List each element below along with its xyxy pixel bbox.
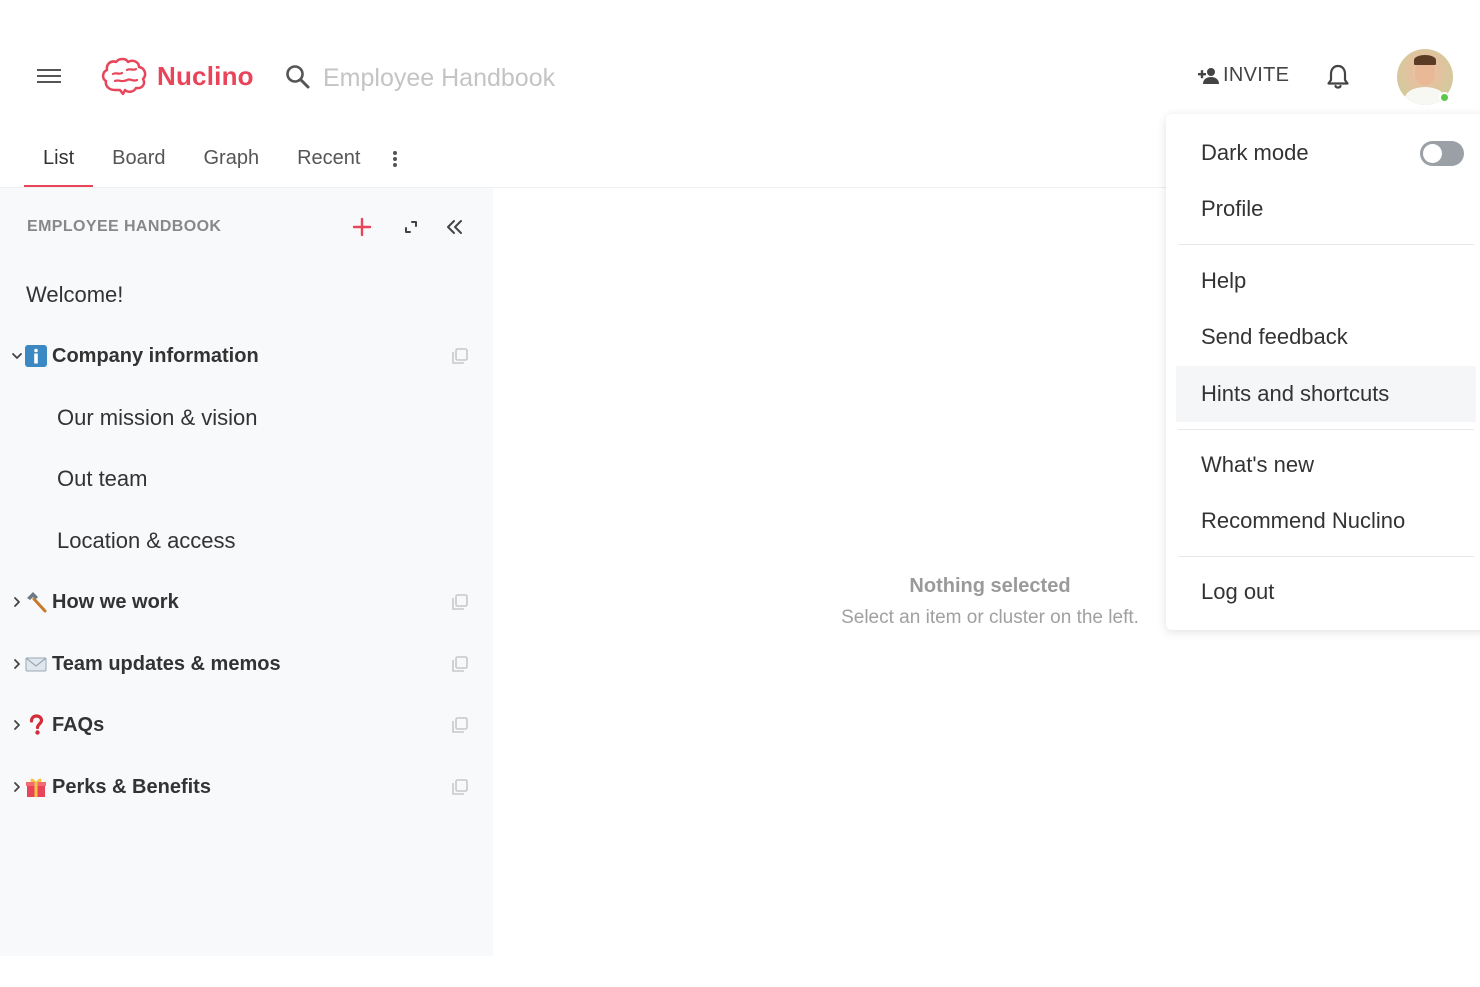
- menu-item-logout[interactable]: Log out: [1176, 564, 1476, 620]
- menu-item-send-feedback[interactable]: Send feedback: [1176, 309, 1476, 365]
- collapse-sidebar-icon[interactable]: [444, 216, 466, 238]
- menu-divider: [1178, 429, 1474, 430]
- item-label: Company information: [52, 344, 259, 367]
- brain-icon: [101, 57, 147, 96]
- view-tabs: List Board Graph Recent: [24, 130, 409, 188]
- top-bar: Nuclino INVITE: [0, 0, 1480, 120]
- menu-item-hints[interactable]: Hints and shortcuts: [1176, 366, 1476, 422]
- item-label: FAQs: [52, 713, 105, 736]
- list-item[interactable]: Company information: [0, 331, 493, 381]
- empty-state-title: Nothing selected: [909, 575, 1071, 597]
- copy-icon[interactable]: [451, 347, 469, 365]
- brand-name: Nuclino: [157, 60, 254, 91]
- list-item[interactable]: Welcome!: [0, 270, 493, 320]
- item-label: Out team: [57, 466, 148, 491]
- menu-divider: [1178, 244, 1474, 245]
- chevron-right-icon[interactable]: [11, 781, 23, 793]
- menu-item-profile[interactable]: Profile: [1176, 181, 1476, 237]
- tab-board[interactable]: Board: [93, 130, 184, 188]
- tab-recent[interactable]: Recent: [278, 130, 379, 188]
- item-label: Welcome!: [26, 282, 124, 307]
- item-label: How we work: [52, 590, 179, 613]
- menu-item-help[interactable]: Help: [1176, 253, 1476, 309]
- item-label: Team updates & memos: [52, 652, 281, 675]
- search-input[interactable]: [323, 60, 723, 96]
- more-options-icon[interactable]: [379, 130, 409, 188]
- list-item[interactable]: How we work: [0, 577, 493, 627]
- menu-item-whats-new[interactable]: What's new: [1176, 437, 1476, 493]
- list-item[interactable]: Perks & Benefits: [0, 762, 493, 812]
- invite-label: INVITE: [1223, 64, 1290, 86]
- menu-divider: [1178, 556, 1474, 557]
- hammer-icon: [25, 591, 47, 613]
- list-item[interactable]: FAQs: [0, 700, 493, 750]
- bell-icon[interactable]: [1326, 64, 1350, 90]
- tab-graph[interactable]: Graph: [185, 130, 279, 188]
- logo[interactable]: Nuclino: [101, 56, 254, 96]
- copy-icon[interactable]: [451, 655, 469, 673]
- online-status-dot: [1439, 92, 1450, 103]
- copy-icon[interactable]: [451, 593, 469, 611]
- item-label: Our mission & vision: [57, 405, 258, 430]
- list-item[interactable]: Team updates & memos: [0, 639, 493, 689]
- item-label: Perks & Benefits: [52, 775, 211, 798]
- search-icon[interactable]: [285, 64, 311, 90]
- dark-mode-toggle[interactable]: [1420, 141, 1464, 166]
- gift-icon: [25, 776, 47, 798]
- expand-icon[interactable]: [402, 218, 420, 236]
- menu-item-recommend[interactable]: Recommend Nuclino: [1176, 493, 1476, 549]
- list-item[interactable]: Out team: [0, 454, 493, 504]
- add-user-icon: [1198, 67, 1219, 84]
- question-icon: [25, 714, 47, 736]
- menu-icon[interactable]: [37, 69, 61, 87]
- empty-state-subtitle: Select an item or cluster on the left.: [841, 607, 1139, 628]
- copy-icon[interactable]: [451, 716, 469, 734]
- info-icon: [25, 345, 47, 367]
- chevron-right-icon[interactable]: [11, 719, 23, 731]
- envelope-icon: [25, 653, 47, 675]
- chevron-down-icon[interactable]: [11, 350, 23, 362]
- tab-list[interactable]: List: [24, 130, 94, 188]
- list-item[interactable]: Our mission & vision: [0, 393, 493, 443]
- chevron-right-icon[interactable]: [11, 596, 23, 608]
- workspace-title: EMPLOYEE HANDBOOK: [27, 218, 222, 235]
- item-label: Location & access: [57, 528, 236, 553]
- add-item-icon[interactable]: [351, 216, 373, 238]
- copy-icon[interactable]: [451, 778, 469, 796]
- sidebar: EMPLOYEE HANDBOOK Welcome! Company infor…: [0, 188, 493, 956]
- chevron-right-icon[interactable]: [11, 658, 23, 670]
- list-item[interactable]: Location & access: [0, 516, 493, 566]
- user-menu: Dark mode Profile Help Send feedback Hin…: [1166, 114, 1480, 630]
- invite-button[interactable]: INVITE: [1198, 64, 1289, 87]
